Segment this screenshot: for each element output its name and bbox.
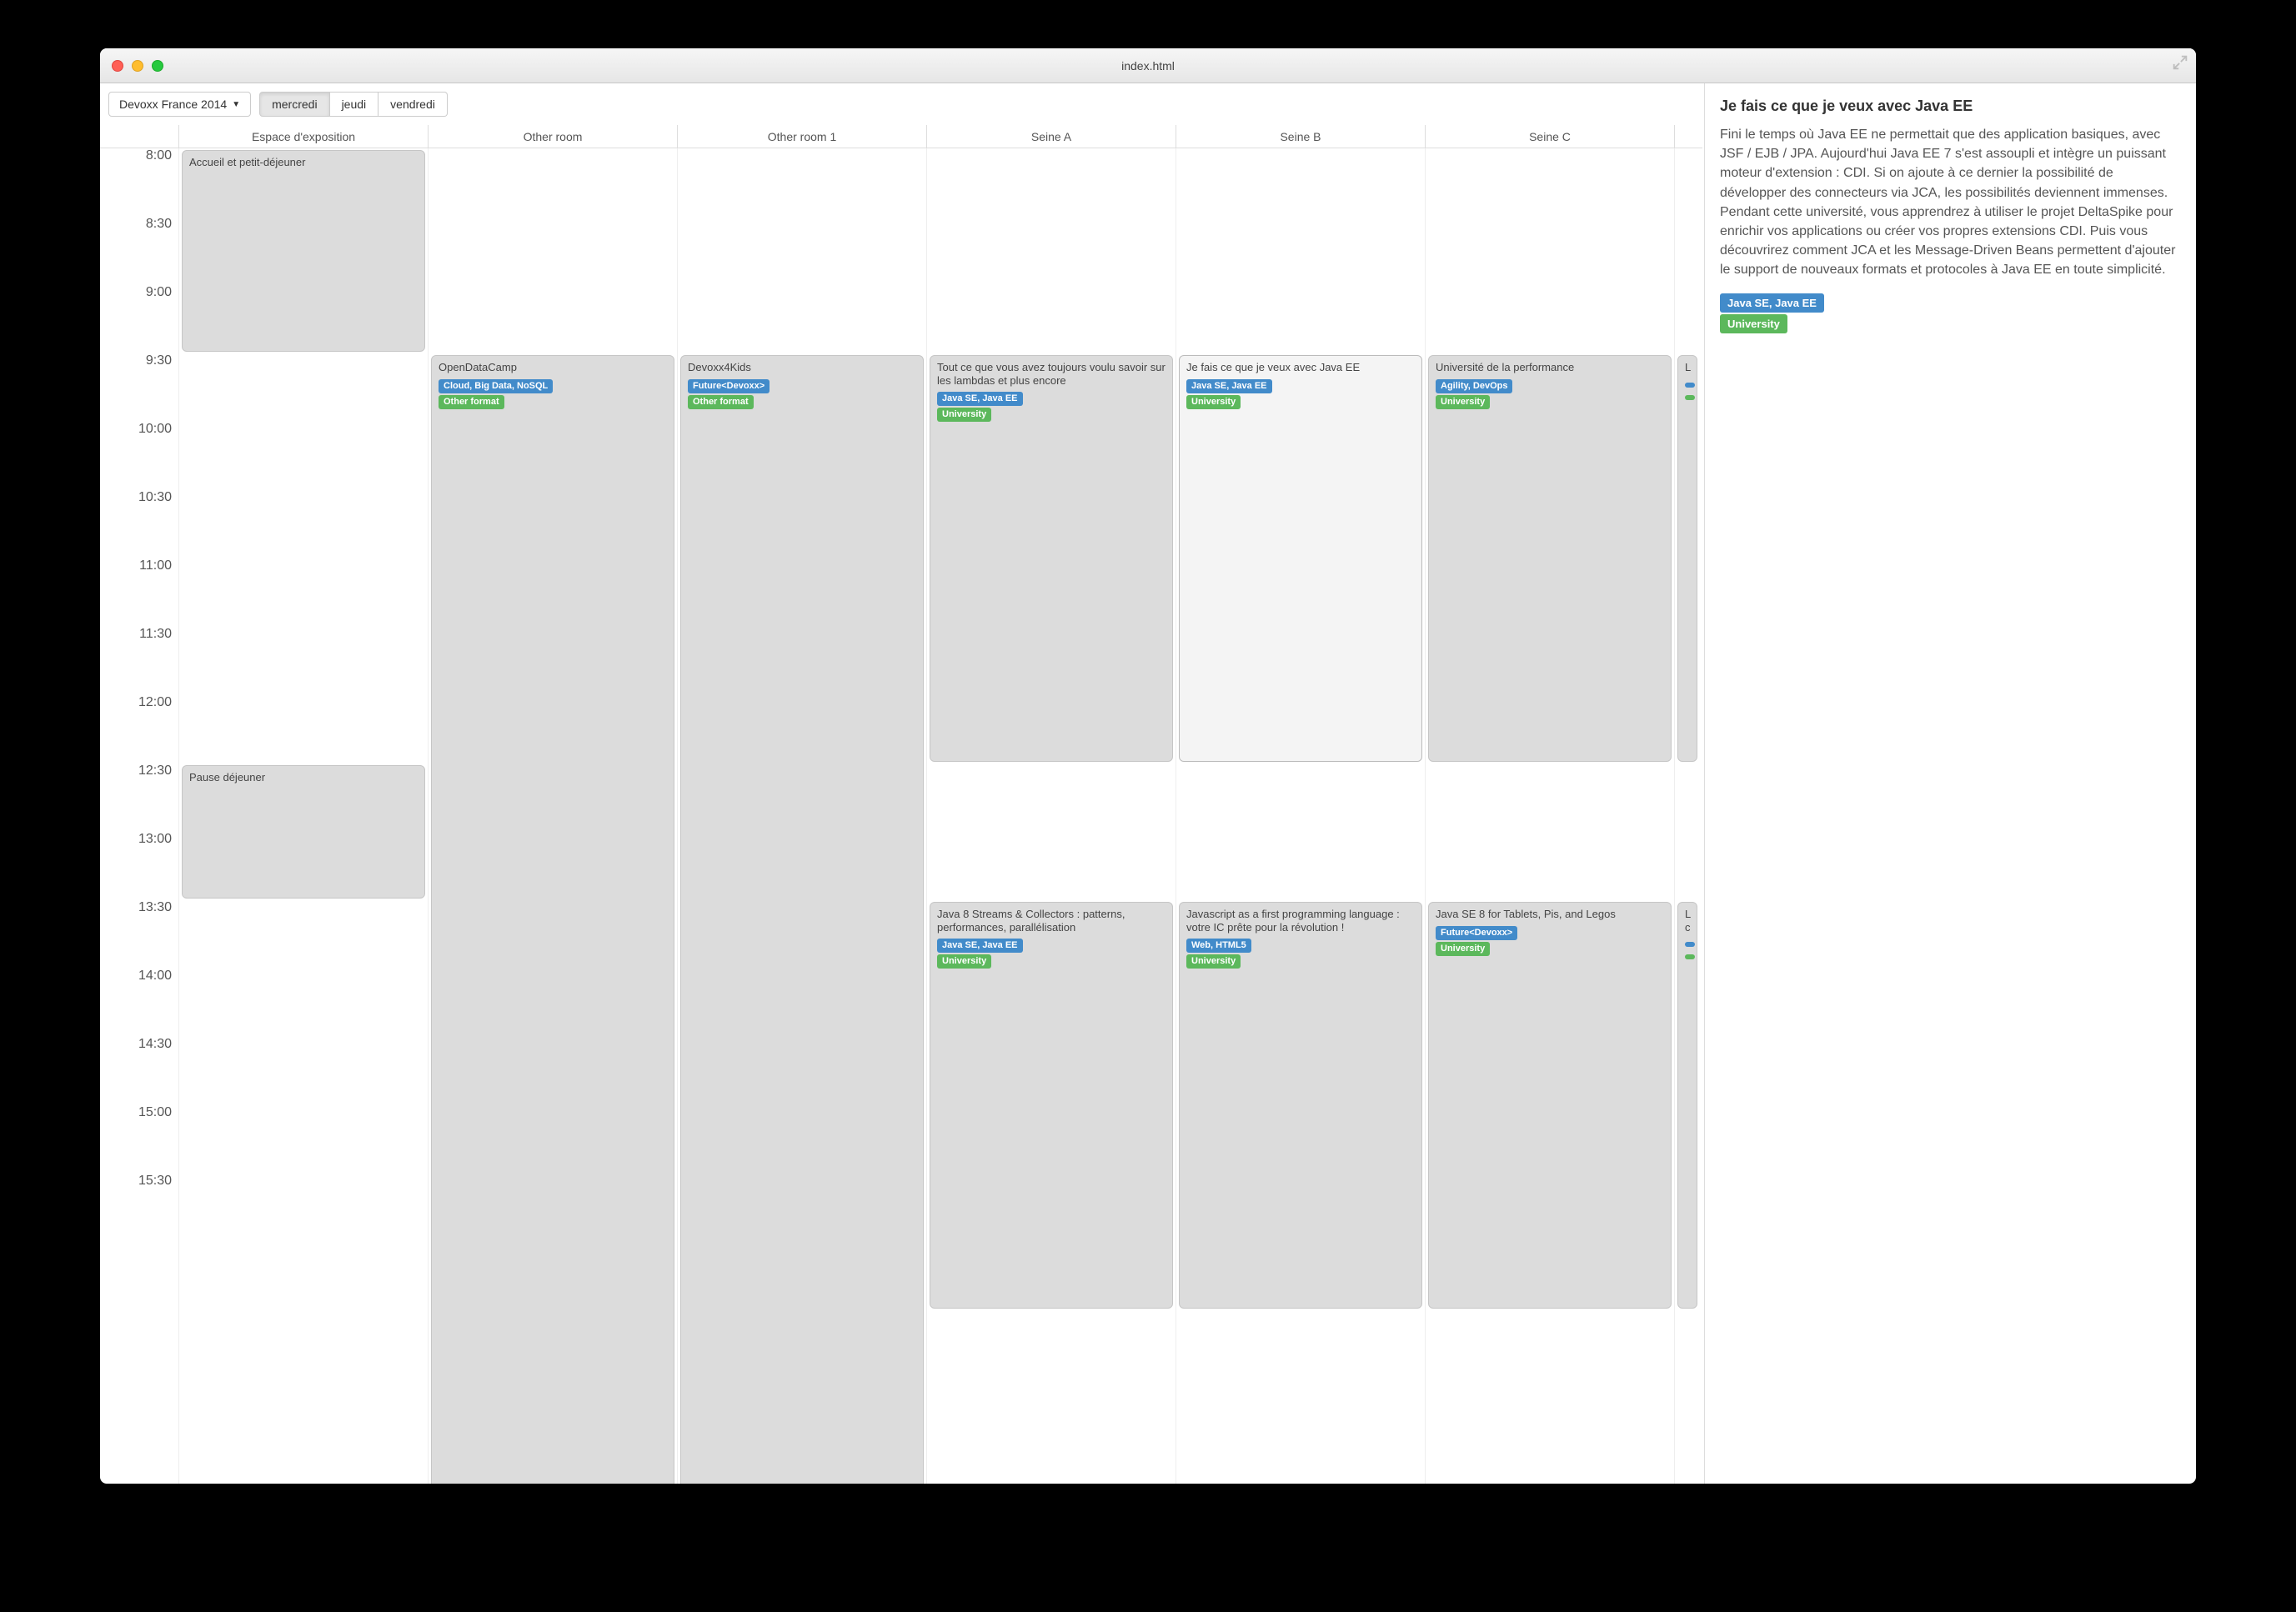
event-title: Java 8 Streams & Collectors : patterns, … <box>937 908 1166 934</box>
calendar-event[interactable]: Devoxx4Kids Future<Devoxx> Other format <box>680 355 924 1484</box>
time-label: 9:00 <box>100 285 178 353</box>
time-label: 14:00 <box>100 969 178 1037</box>
event-title: Accueil et petit-déjeuner <box>189 156 418 169</box>
calendar-event[interactable]: Java 8 Streams & Collectors : patterns, … <box>930 902 1173 1309</box>
room-header: Other room 1 <box>677 125 926 148</box>
time-label: 10:30 <box>100 490 178 558</box>
day-tab-vendredi[interactable]: vendredi <box>378 92 448 117</box>
event-title: Javascript as a first programming langua… <box>1186 908 1415 934</box>
detail-panel: Je fais ce que je veux avec Java EE Fini… <box>1704 83 2196 1484</box>
room-header <box>1674 125 1702 148</box>
room-column: L L c <box>1674 125 1702 1484</box>
day-tabs: mercredijeudivendredi <box>259 92 448 117</box>
event-title: Pause déjeuner <box>189 771 418 784</box>
time-label: 11:00 <box>100 558 178 627</box>
room-column: Seine A Tout ce que vous avez toujours vo… <box>926 125 1176 1484</box>
time-label: 12:30 <box>100 763 178 832</box>
calendar[interactable]: 8:008:309:009:3010:0010:3011:0011:3012:0… <box>100 125 1704 1484</box>
time-label: 12:00 <box>100 695 178 763</box>
time-label: 9:30 <box>100 353 178 422</box>
track-badge: Java SE, Java EE <box>1186 379 1272 393</box>
room-header: Espace d'exposition <box>178 125 428 148</box>
calendar-event[interactable]: L c <box>1677 902 1697 1309</box>
room-column: Seine B Je fais ce que je veux avec Java … <box>1176 125 1425 1484</box>
track-badge: Future<Devoxx> <box>1436 926 1517 940</box>
type-badge: Other format <box>688 395 754 409</box>
conference-dropdown-label: Devoxx France 2014 <box>119 98 227 111</box>
event-title: L <box>1685 361 1690 374</box>
event-title: L c <box>1685 908 1690 934</box>
fullscreen-icon[interactable] <box>2171 53 2189 72</box>
calendar-event[interactable]: Je fais ce que je veux avec Java EE Java … <box>1179 355 1422 762</box>
type-badge: Other format <box>439 395 504 409</box>
room-column: Seine C Université de la performance Agili… <box>1425 125 1674 1484</box>
time-label: 8:30 <box>100 217 178 285</box>
day-tab-jeudi[interactable]: jeudi <box>330 92 379 117</box>
track-badge <box>1685 942 1695 947</box>
event-title: Devoxx4Kids <box>688 361 916 374</box>
time-column: 8:008:309:009:3010:0010:3011:0011:3012:0… <box>100 125 178 1484</box>
room-header: Other room <box>428 125 677 148</box>
conference-dropdown[interactable]: Devoxx France 2014 ▼ <box>108 92 251 117</box>
track-badge: Web, HTML5 <box>1186 939 1251 953</box>
day-tab-mercredi[interactable]: mercredi <box>259 92 329 117</box>
time-label: 11:30 <box>100 627 178 695</box>
room-column: Espace d'exposition Accueil et petit-déje… <box>178 125 428 1484</box>
titlebar: index.html <box>100 48 2196 83</box>
type-badge: University <box>1186 954 1241 969</box>
calendar-event[interactable]: OpenDataCamp Cloud, Big Data, NoSQL Other … <box>431 355 674 1484</box>
calendar-event[interactable]: Université de la performance Agility, Dev… <box>1428 355 1672 762</box>
calendar-event[interactable]: Accueil et petit-déjeuner <box>182 150 425 352</box>
time-label: 15:00 <box>100 1105 178 1174</box>
time-label: 14:30 <box>100 1037 178 1105</box>
event-title: Université de la performance <box>1436 361 1664 374</box>
track-badge: Java SE, Java EE <box>1720 293 1824 313</box>
room-header: Seine C <box>1425 125 1674 148</box>
time-label: 8:00 <box>100 148 178 217</box>
calendar-event[interactable]: Javascript as a first programming langua… <box>1179 902 1422 1309</box>
time-label: 15:30 <box>100 1174 178 1242</box>
type-badge <box>1685 954 1695 959</box>
time-label: 10:00 <box>100 422 178 490</box>
time-label: 13:00 <box>100 832 178 900</box>
type-badge: University <box>1436 395 1490 409</box>
event-title: OpenDataCamp <box>439 361 667 374</box>
type-badge: University <box>1720 314 1787 333</box>
event-title: Tout ce que vous avez toujours voulu sav… <box>937 361 1166 387</box>
calendar-event[interactable]: Java SE 8 for Tablets, Pis, and Legos Fut… <box>1428 902 1672 1309</box>
time-label: 13:30 <box>100 900 178 969</box>
track-badge: Future<Devoxx> <box>688 379 770 393</box>
detail-title: Je fais ce que je veux avec Java EE <box>1720 95 2181 117</box>
event-title: Java SE 8 for Tablets, Pis, and Legos <box>1436 908 1664 921</box>
room-column: Other room OpenDataCamp Cloud, Big Data, N… <box>428 125 677 1484</box>
track-badge: Agility, DevOps <box>1436 379 1512 393</box>
type-badge: University <box>937 408 991 422</box>
type-badge: University <box>937 954 991 969</box>
calendar-event[interactable]: Tout ce que vous avez toujours voulu sav… <box>930 355 1173 762</box>
track-badge: Cloud, Big Data, NoSQL <box>439 379 553 393</box>
calendar-event[interactable]: L <box>1677 355 1697 762</box>
app-window: index.html Devoxx France 2014 ▼ mercredi… <box>100 48 2196 1484</box>
room-header: Seine B <box>1176 125 1425 148</box>
room-header: Seine A <box>926 125 1176 148</box>
track-badge <box>1685 383 1695 388</box>
room-column: Other room 1 Devoxx4Kids Future<Devoxx> Oth… <box>677 125 926 1484</box>
caret-down-icon: ▼ <box>232 100 240 109</box>
type-badge <box>1685 395 1695 400</box>
event-title: Je fais ce que je veux avec Java EE <box>1186 361 1415 374</box>
toolbar: Devoxx France 2014 ▼ mercredijeudivendre… <box>100 83 1704 125</box>
window-title: index.html <box>100 59 2196 73</box>
track-badge: Java SE, Java EE <box>937 939 1023 953</box>
type-badge: University <box>1436 942 1490 956</box>
calendar-event[interactable]: Pause déjeuner <box>182 765 425 899</box>
type-badge: University <box>1186 395 1241 409</box>
detail-body: Fini le temps où Java EE ne permettait q… <box>1720 125 2181 280</box>
track-badge: Java SE, Java EE <box>937 392 1023 406</box>
